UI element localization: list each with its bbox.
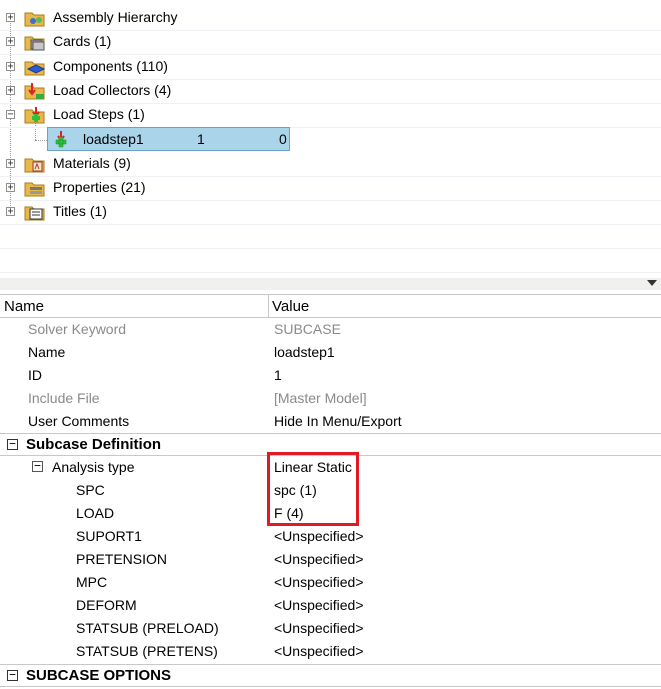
tree-item-materials[interactable]: + Materials (9)	[0, 152, 661, 177]
highlight-annotation-box	[267, 452, 359, 526]
tree-item-components[interactable]: + Components (110)	[0, 55, 661, 80]
tree-item-load-collectors[interactable]: + Load Collectors (4)	[0, 79, 661, 104]
expand-icon[interactable]: +	[6, 86, 15, 96]
tree-item-label: Titles (1)	[53, 203, 107, 219]
tree-item-cards[interactable]: + Cards (1)	[0, 30, 661, 55]
property-name: MPC	[76, 574, 108, 590]
property-value[interactable]: 1	[274, 367, 282, 383]
tree-item-label: Load Steps (1)	[53, 106, 145, 122]
column-divider[interactable]	[268, 295, 269, 317]
expand-icon[interactable]: +	[6, 37, 15, 47]
materials-folder-icon	[24, 158, 45, 173]
property-row-user-comments[interactable]: User Comments Hide In Menu/Export	[0, 410, 661, 433]
loadstep-icon	[55, 131, 67, 148]
tree-empty-row	[0, 248, 661, 273]
property-name: User Comments	[28, 413, 130, 429]
load-steps-folder-icon	[24, 107, 45, 124]
property-value[interactable]: <Unspecified>	[274, 574, 364, 590]
section-title: SUBCASE OPTIONS	[26, 667, 172, 684]
tree-item-load-steps[interactable]: − Load Steps (1)	[0, 103, 661, 128]
property-value[interactable]: <Unspecified>	[274, 597, 364, 613]
section-subcase-options[interactable]: − SUBCASE OPTIONS	[0, 664, 661, 687]
property-name: STATSUB (PRETENS)	[76, 643, 218, 659]
property-value[interactable]: Hide In Menu/Export	[274, 413, 402, 429]
property-value[interactable]: <Unspecified>	[274, 620, 364, 636]
model-browser-tree: + Assembly Hierarchy + Cards (1) + Compo…	[0, 0, 661, 278]
property-row-include-file[interactable]: Include File [Master Model]	[0, 387, 661, 410]
tree-item-label: Assembly Hierarchy	[53, 9, 178, 25]
property-value[interactable]: <Unspecified>	[274, 551, 364, 567]
expand-icon[interactable]: +	[6, 13, 15, 23]
property-name: SUPORT1	[76, 528, 142, 544]
property-name: ID	[28, 367, 42, 383]
tree-item-label: Properties (21)	[53, 179, 146, 195]
properties-folder-icon	[24, 182, 45, 197]
property-row-statsub-pretens[interactable]: STATSUB (PRETENS) <Unspecified>	[0, 640, 661, 663]
property-value[interactable]: <Unspecified>	[274, 528, 364, 544]
titles-folder-icon	[24, 206, 45, 221]
tree-item-assembly-hierarchy[interactable]: + Assembly Hierarchy	[0, 6, 661, 31]
property-row-suport1[interactable]: SUPORT1 <Unspecified>	[0, 525, 661, 548]
dropdown-arrow-icon[interactable]	[647, 280, 657, 286]
property-value[interactable]: <Unspecified>	[274, 643, 364, 659]
cards-folder-icon	[24, 36, 45, 51]
expand-icon[interactable]: +	[6, 207, 15, 217]
tree-item-label: Components (110)	[53, 58, 168, 74]
expand-icon[interactable]: +	[6, 62, 15, 72]
expand-icon[interactable]: +	[6, 183, 15, 193]
table-header: Name Value	[0, 294, 661, 318]
load-collectors-folder-icon	[24, 83, 45, 100]
property-value: SUBCASE	[274, 321, 341, 337]
property-row-mpc[interactable]: MPC <Unspecified>	[0, 571, 661, 594]
property-name: Include File	[28, 390, 100, 406]
panel-splitter[interactable]	[0, 278, 661, 290]
value-column-header[interactable]: Value	[272, 298, 309, 315]
property-name: Analysis type	[52, 459, 135, 475]
assembly-folder-icon	[24, 12, 45, 27]
collapse-icon[interactable]: −	[7, 438, 18, 450]
loadstep-id: 1	[197, 131, 205, 147]
property-row-name[interactable]: Name loadstep1	[0, 341, 661, 364]
property-name: Name	[28, 344, 66, 360]
property-row-solver-keyword[interactable]: Solver Keyword SUBCASE	[0, 318, 661, 341]
tree-guide-line	[35, 140, 47, 141]
property-value: [Master Model]	[274, 390, 367, 406]
expand-icon[interactable]: +	[6, 159, 15, 169]
property-row-id[interactable]: ID 1	[0, 364, 661, 387]
collapse-icon[interactable]: −	[7, 669, 18, 681]
collapse-icon[interactable]: −	[32, 460, 43, 472]
tree-item-label: Load Collectors (4)	[53, 82, 172, 98]
property-name: LOAD	[76, 505, 115, 521]
property-row-statsub-preload[interactable]: STATSUB (PRELOAD) <Unspecified>	[0, 617, 661, 640]
tree-item-loadstep1[interactable]: loadstep1 1 0	[47, 127, 290, 151]
property-row-pretension[interactable]: PRETENSION <Unspecified>	[0, 548, 661, 571]
property-name: DEFORM	[76, 597, 137, 613]
property-name: SPC	[76, 482, 105, 498]
tree-item-label: Cards (1)	[53, 33, 112, 49]
property-value[interactable]: loadstep1	[274, 344, 335, 360]
section-title: Subcase Definition	[26, 436, 162, 453]
name-column-header[interactable]: Name	[4, 298, 44, 315]
property-row-deform[interactable]: DEFORM <Unspecified>	[0, 594, 661, 617]
property-name: PRETENSION	[76, 551, 168, 567]
tree-empty-row	[0, 224, 661, 249]
tree-item-label: loadstep1	[83, 131, 144, 147]
collapse-icon[interactable]: −	[6, 110, 15, 120]
tree-item-titles[interactable]: + Titles (1)	[0, 200, 661, 225]
components-folder-icon	[24, 61, 46, 76]
loadstep-count: 0	[279, 131, 287, 147]
property-name: STATSUB (PRELOAD)	[76, 620, 219, 636]
tree-item-properties[interactable]: + Properties (21)	[0, 176, 661, 201]
tree-item-label: Materials (9)	[53, 155, 131, 171]
property-name: Solver Keyword	[28, 321, 127, 337]
